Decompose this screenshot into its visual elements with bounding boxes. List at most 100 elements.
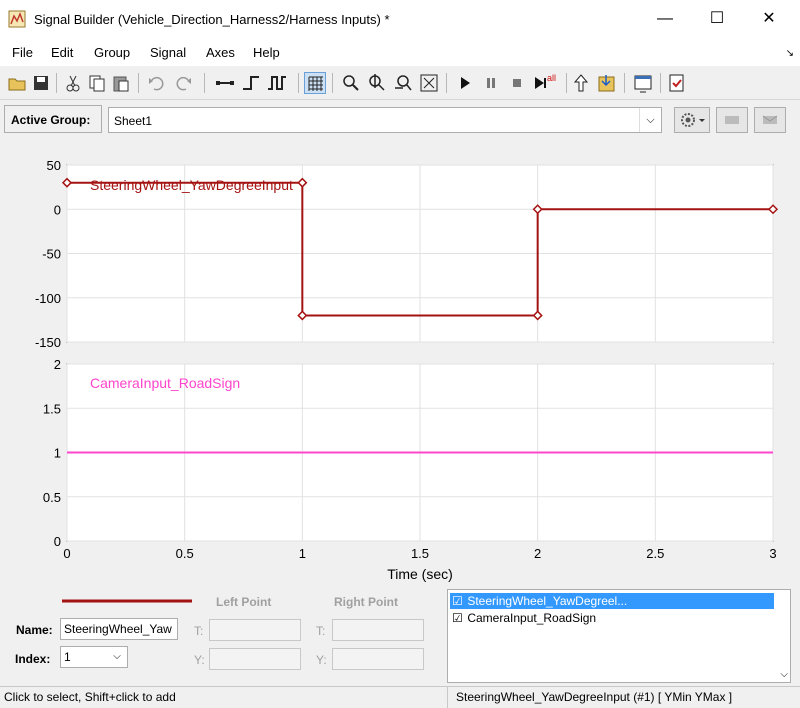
verify-icon[interactable] bbox=[666, 72, 688, 94]
chevron-down-icon[interactable]: ⌵ bbox=[107, 647, 127, 667]
toolbar-separator bbox=[446, 73, 447, 93]
cut-icon[interactable] bbox=[62, 72, 84, 94]
signal-properties-panel: Left Point Right Point Name: SteeringWhe… bbox=[0, 588, 800, 684]
y-tick-label: -100 bbox=[35, 291, 61, 306]
window-title: Signal Builder (Vehicle_Direction_Harnes… bbox=[34, 12, 390, 27]
redo-icon[interactable] bbox=[172, 72, 194, 94]
signal-plot[interactable]: 50 0 -50 -100 -150 SteeringWheel_YawDegreeIn… bbox=[3, 140, 797, 588]
y-tick-label: -150 bbox=[35, 335, 61, 350]
left-point-t-field[interactable] bbox=[209, 619, 301, 641]
pulse-icon[interactable] bbox=[266, 72, 288, 94]
step-icon[interactable] bbox=[240, 72, 262, 94]
y-tick-label: 1 bbox=[54, 446, 61, 461]
active-group-select[interactable]: Sheet1 ⌵ bbox=[108, 107, 662, 133]
menu-file[interactable]: File bbox=[12, 45, 33, 60]
index-label: Index: bbox=[15, 652, 51, 666]
close-button[interactable]: ✕ bbox=[754, 8, 784, 32]
signal-list-item[interactable]: ☑ SteeringWheel_YawDegreel... bbox=[450, 593, 774, 609]
right-point-label: Right Point bbox=[334, 595, 398, 609]
menu-signal[interactable]: Signal bbox=[150, 45, 186, 60]
run-all-icon[interactable]: all bbox=[532, 72, 562, 94]
group-mail-icon bbox=[762, 115, 778, 124]
y-tick-label: -50 bbox=[42, 247, 61, 262]
toolbar-separator bbox=[138, 73, 139, 93]
menu-bar: File Edit Group Signal Axes Help ↘ bbox=[0, 40, 800, 66]
signal-list-item[interactable]: ☑ CameraInput_RoadSign bbox=[450, 610, 596, 626]
index-select[interactable]: 1 ⌵ bbox=[60, 646, 128, 668]
zoom-x-icon[interactable] bbox=[340, 72, 362, 94]
signal-list-item-label: SteeringWheel_YawDegreel... bbox=[467, 594, 628, 608]
x-ticks: 0 0.5 1 1.5 2 2.5 3 bbox=[63, 546, 776, 561]
grid-icon[interactable] bbox=[304, 72, 326, 94]
toolbar-separator bbox=[332, 73, 333, 93]
signal-line-swatch bbox=[62, 599, 192, 603]
undo-icon[interactable] bbox=[146, 72, 168, 94]
bottom-y-ticks: 2 1.5 1 0.5 0 bbox=[43, 357, 61, 549]
checkbox-checked-icon[interactable]: ☑ bbox=[452, 611, 464, 625]
group-action-button-2[interactable] bbox=[754, 107, 786, 133]
paste-icon[interactable] bbox=[110, 72, 132, 94]
maximize-button[interactable]: ☐ bbox=[702, 8, 732, 32]
stop-icon[interactable] bbox=[506, 72, 528, 94]
y-tick-label: 2 bbox=[54, 357, 61, 372]
left-point-label: Left Point bbox=[216, 595, 272, 609]
group-view-icon bbox=[725, 116, 739, 124]
toolbar-separator bbox=[660, 73, 661, 93]
pause-icon[interactable] bbox=[480, 72, 502, 94]
save-icon[interactable] bbox=[30, 72, 52, 94]
menu-axes[interactable]: Axes bbox=[206, 45, 235, 60]
x-tick-label: 1 bbox=[299, 546, 306, 561]
y-tick-label: 0.5 bbox=[43, 490, 61, 505]
active-group-bar: Active Group: Sheet1 ⌵ bbox=[0, 101, 800, 139]
right-point-t-field[interactable] bbox=[332, 619, 424, 641]
right-y-label: Y: bbox=[316, 653, 327, 667]
open-icon[interactable] bbox=[6, 72, 28, 94]
bottom-signal-label: CameraInput_RoadSign bbox=[90, 375, 240, 391]
x-tick-label: 2.5 bbox=[646, 546, 664, 561]
toolbar-separator bbox=[56, 73, 57, 93]
toolbar-separator bbox=[204, 73, 205, 93]
settings-button[interactable] bbox=[674, 107, 710, 133]
up-arrow-icon[interactable] bbox=[570, 72, 592, 94]
x-tick-label: 1.5 bbox=[411, 546, 429, 561]
active-group-label: Active Group: bbox=[4, 105, 102, 133]
name-field[interactable]: SteeringWheel_Yaw bbox=[60, 618, 178, 640]
x-tick-label: 2 bbox=[534, 546, 541, 561]
menu-group[interactable]: Group bbox=[94, 45, 130, 60]
toolbar-separator bbox=[566, 73, 567, 93]
x-tick-label: 0.5 bbox=[176, 546, 194, 561]
top-signal-label: SteeringWheel_YawDegreeInput bbox=[90, 177, 293, 193]
left-point-y-field[interactable] bbox=[209, 648, 301, 670]
plot-panel: 50 0 -50 -100 -150 SteeringWheel_YawDegreeIn… bbox=[3, 140, 797, 588]
toolbar: all bbox=[0, 68, 800, 100]
x-tick-label: 0 bbox=[63, 546, 70, 561]
line-icon[interactable] bbox=[214, 72, 236, 94]
minimize-button[interactable]: — bbox=[650, 8, 680, 32]
gear-icon bbox=[681, 113, 705, 127]
checkbox-checked-icon[interactable]: ☑ bbox=[452, 594, 464, 608]
title-bar: Signal Builder (Vehicle_Direction_Harnes… bbox=[0, 0, 800, 40]
left-y-label: Y: bbox=[194, 653, 205, 667]
zoom-xy-icon[interactable] bbox=[392, 72, 414, 94]
chevron-down-icon[interactable]: ⌵ bbox=[639, 108, 661, 132]
window-icon[interactable] bbox=[632, 72, 654, 94]
signal-list[interactable]: ☑ SteeringWheel_YawDegreel... ☑ CameraIn… bbox=[447, 589, 791, 683]
y-tick-label: 0 bbox=[54, 202, 61, 217]
group-action-button-1[interactable] bbox=[716, 107, 748, 133]
right-point-y-field[interactable] bbox=[332, 648, 424, 670]
play-icon[interactable] bbox=[454, 72, 476, 94]
signal-list-item-label: CameraInput_RoadSign bbox=[467, 611, 597, 625]
toolbar-separator bbox=[298, 73, 299, 93]
status-hint: Click to select, Shift+click to add bbox=[4, 690, 176, 704]
menu-help[interactable]: Help bbox=[253, 45, 280, 60]
top-y-ticks: 50 0 -50 -100 -150 bbox=[35, 158, 61, 350]
import-icon[interactable] bbox=[596, 72, 618, 94]
scroll-down-icon[interactable]: ⌵ bbox=[780, 669, 788, 680]
menu-edit[interactable]: Edit bbox=[51, 45, 73, 60]
toolbar-separator bbox=[624, 73, 625, 93]
zoom-y-icon[interactable] bbox=[366, 72, 388, 94]
menu-corner-arrow-icon[interactable]: ↘ bbox=[786, 48, 794, 59]
zoom-fit-icon[interactable] bbox=[418, 72, 440, 94]
y-tick-label: 1.5 bbox=[43, 401, 61, 416]
copy-icon[interactable] bbox=[86, 72, 108, 94]
